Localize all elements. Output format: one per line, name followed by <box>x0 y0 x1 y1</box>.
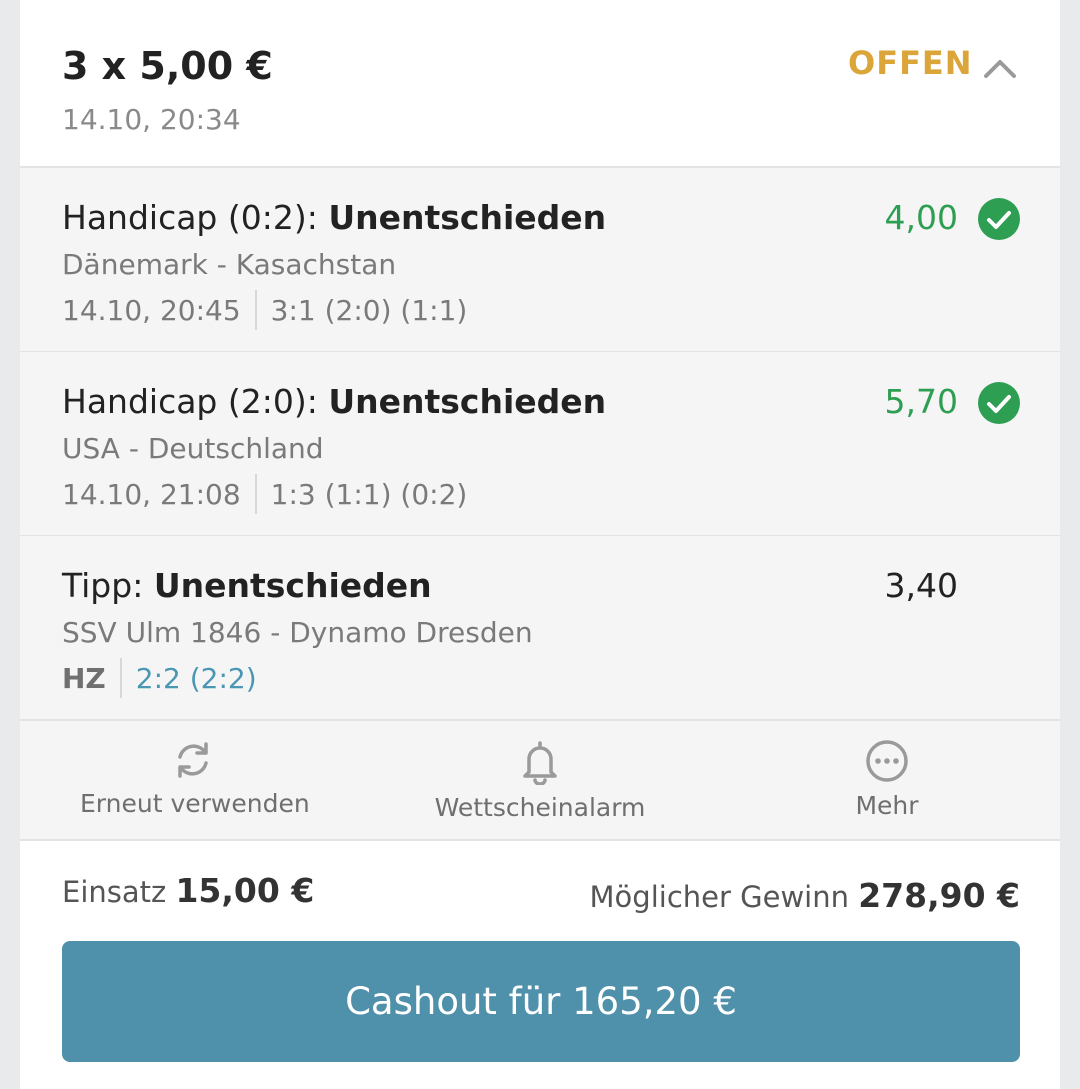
bet-leg: Tipp: Unentschieden SSV Ulm 1846 - Dynam… <box>20 536 1060 721</box>
bet-footer: Einsatz 15,00 € Möglicher Gewinn 278,90 … <box>20 841 1060 1089</box>
divider <box>254 290 257 330</box>
leg-selection: Unentschieden <box>328 382 607 421</box>
refresh-icon <box>178 742 208 778</box>
bell-icon <box>523 741 557 785</box>
leg-time: 14.10, 20:45 <box>62 293 241 327</box>
leg-selection: Unentschieden <box>153 566 432 605</box>
leg-time: 14.10, 21:08 <box>62 477 241 511</box>
leg-market: Handicap (0:2): Unentschieden <box>62 198 607 237</box>
bet-leg: Handicap (0:2): Unentschieden Dänemark -… <box>20 168 1060 353</box>
leg-market: Tipp: Unentschieden <box>62 566 432 605</box>
bet-header[interactable]: 3 x 5,00 € 14.10, 20:34 OFFEN <box>20 0 1060 168</box>
leg-meta: 14.10, 20:45 3:1 (2:0) (1:1) <box>62 290 467 330</box>
reuse-label: Erneut verwenden <box>80 789 310 818</box>
leg-odds: 4,00 <box>884 198 958 237</box>
leg-odds: 3,40 <box>884 566 958 605</box>
more-icon <box>866 740 908 782</box>
check-circle-icon <box>978 382 1020 424</box>
divider <box>119 658 122 698</box>
leg-selection: Unentschieden <box>328 198 607 237</box>
cashout-button[interactable]: Cashout für 165,20 € <box>62 941 1020 1062</box>
chevron-up-icon[interactable] <box>982 50 1018 86</box>
leg-meta: HZ 2:2 (2:2) <box>62 658 257 698</box>
reuse-button[interactable]: Erneut verwenden <box>80 721 310 839</box>
bet-title: 3 x 5,00 € <box>62 44 273 88</box>
action-bar: Erneut verwenden Wettscheinalarm Mehr <box>20 721 1060 841</box>
leg-match: USA - Deutschland <box>62 432 324 465</box>
leg-time: HZ <box>62 661 106 695</box>
bet-alarm-button[interactable]: Wettscheinalarm <box>425 721 655 839</box>
bet-leg: Handicap (2:0): Unentschieden USA - Deut… <box>20 352 1060 537</box>
leg-market: Handicap (2:0): Unentschieden <box>62 382 607 421</box>
leg-score: 3:1 (2:0) (1:1) <box>270 293 468 327</box>
potential-win-value: 278,90 € <box>858 876 1020 915</box>
divider <box>254 474 257 514</box>
stake-summary: Einsatz 15,00 € <box>62 871 314 910</box>
potential-win-summary: Möglicher Gewinn 278,90 € <box>590 876 1020 915</box>
bet-date: 14.10, 20:34 <box>62 103 241 136</box>
leg-odds: 5,70 <box>884 382 958 421</box>
leg-score: 1:3 (1:1) (0:2) <box>270 477 468 511</box>
more-button[interactable]: Mehr <box>830 721 944 839</box>
leg-match: Dänemark - Kasachstan <box>62 248 397 281</box>
check-circle-icon <box>978 198 1020 240</box>
leg-meta: 14.10, 21:08 1:3 (1:1) (0:2) <box>62 474 467 514</box>
status-badge: OFFEN <box>848 44 973 82</box>
stake-label: Einsatz <box>62 875 167 909</box>
stake-value: 15,00 € <box>175 871 315 910</box>
bet-alarm-label: Wettscheinalarm <box>434 793 646 822</box>
potential-win-label: Möglicher Gewinn <box>589 880 849 914</box>
leg-match: SSV Ulm 1846 - Dynamo Dresden <box>62 616 533 649</box>
more-label: Mehr <box>855 791 919 820</box>
leg-score: 2:2 (2:2) <box>135 661 257 695</box>
